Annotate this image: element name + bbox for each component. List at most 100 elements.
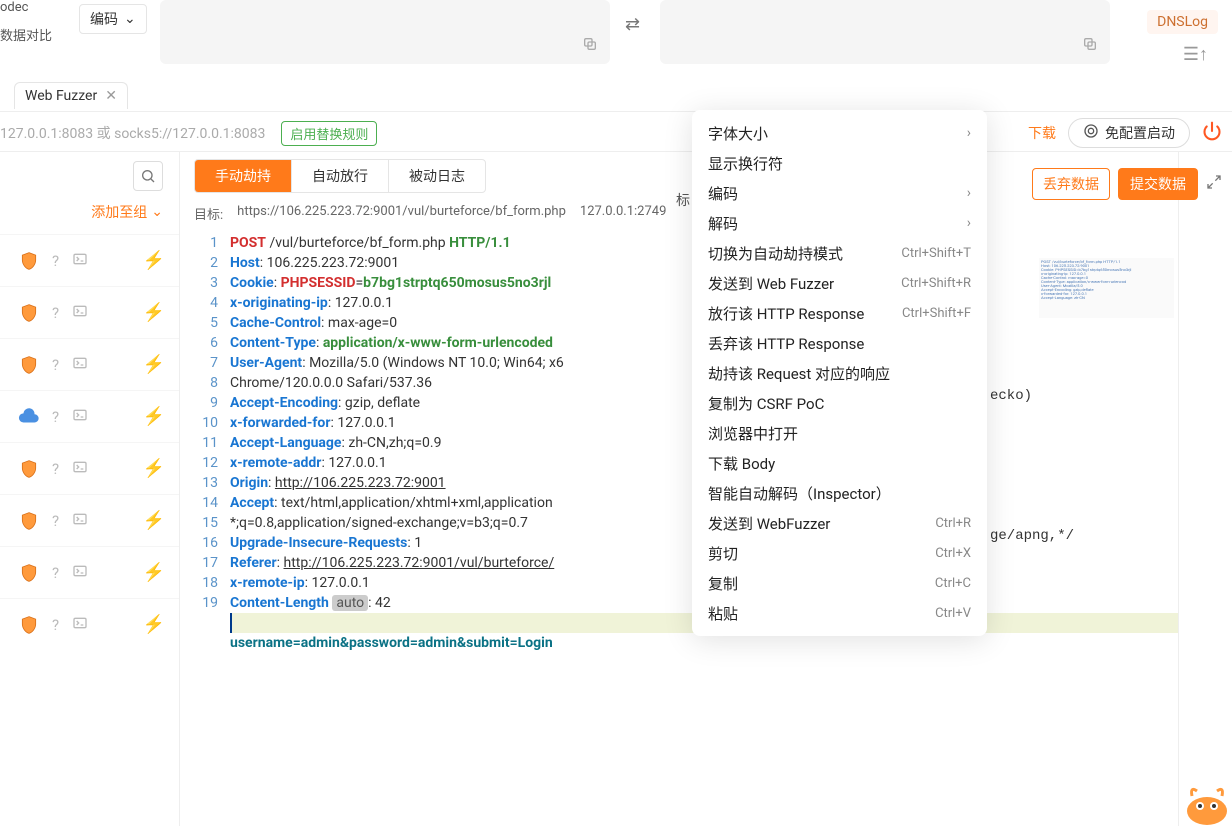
bolt-icon: ⚡ bbox=[143, 510, 165, 531]
context-menu-item[interactable]: 劫持该 Request 对应的响应 bbox=[692, 358, 987, 388]
close-icon[interactable]: ✕ bbox=[105, 88, 117, 104]
copy-icon[interactable] bbox=[582, 36, 598, 56]
context-menu-item[interactable]: 放行该 HTTP ResponseCtrl+Shift+F bbox=[692, 298, 987, 328]
context-menu-item[interactable]: 复制Ctrl+C bbox=[692, 568, 987, 598]
chevron-right-icon: › bbox=[967, 215, 971, 231]
terminal-icon[interactable] bbox=[71, 251, 89, 271]
project-item[interactable]: ?⚡ bbox=[0, 234, 179, 286]
copy-icon[interactable] bbox=[1082, 36, 1098, 56]
code-overflow-text: ecko) bbox=[990, 388, 1032, 404]
context-menu-item[interactable]: 剪切Ctrl+X bbox=[692, 538, 987, 568]
chevron-down-icon: ⌄ bbox=[151, 204, 163, 220]
terminal-icon[interactable] bbox=[71, 303, 89, 323]
top-left-labels: odec 数据对比 bbox=[0, 0, 52, 44]
minimap[interactable]: POST /vul/burteforce/bf_form.php HTTP/1.… bbox=[1039, 258, 1174, 318]
bolt-icon: ⚡ bbox=[143, 250, 165, 271]
terminal-icon[interactable] bbox=[71, 459, 89, 479]
shield-icon bbox=[18, 302, 40, 324]
help-icon[interactable]: ? bbox=[52, 408, 59, 426]
context-menu-item[interactable]: 编码› bbox=[692, 178, 987, 208]
request-panel[interactable] bbox=[160, 0, 610, 64]
chevron-right-icon: › bbox=[967, 185, 971, 201]
submit-button[interactable]: 提交数据 bbox=[1118, 168, 1198, 200]
terminal-icon[interactable] bbox=[71, 407, 89, 427]
tab-web-fuzzer[interactable]: Web Fuzzer ✕ bbox=[14, 82, 128, 109]
cloud-icon bbox=[18, 406, 40, 428]
power-icon[interactable] bbox=[1202, 121, 1222, 146]
expand-icon[interactable] bbox=[1206, 174, 1222, 194]
context-menu-item[interactable]: 粘贴Ctrl+V bbox=[692, 598, 987, 628]
code-overflow-text: ge/apng,*/ bbox=[990, 528, 1074, 544]
chevron-down-icon: ⌄ bbox=[124, 11, 136, 27]
encode-dropdown[interactable]: 编码 ⌄ bbox=[79, 4, 147, 34]
discard-button[interactable]: 丢弃数据 bbox=[1032, 168, 1110, 200]
context-menu-item[interactable]: 发送到 WebFuzzerCtrl+R bbox=[692, 508, 987, 538]
context-menu-item[interactable]: 复制为 CSRF PoC bbox=[692, 388, 987, 418]
project-item[interactable]: ?⚡ bbox=[0, 390, 179, 442]
project-item[interactable]: ?⚡ bbox=[0, 494, 179, 546]
config-button[interactable]: 免配置启动 bbox=[1068, 118, 1190, 148]
tag-label: 标 bbox=[676, 190, 690, 210]
search-button[interactable] bbox=[133, 161, 163, 191]
dnslog-badge[interactable]: DNSLog bbox=[1147, 10, 1218, 34]
context-menu-item[interactable]: 显示换行符 bbox=[692, 148, 987, 178]
tab-manual-hijack[interactable]: 手动劫持 bbox=[195, 160, 292, 192]
sort-icon[interactable]: ☰↑ bbox=[1183, 44, 1208, 65]
shortcut-label: Ctrl+Shift+R bbox=[901, 276, 971, 291]
context-menu-item[interactable]: 智能自动解码（Inspector） bbox=[692, 478, 987, 508]
shield-icon bbox=[18, 458, 40, 480]
chevron-right-icon: › bbox=[967, 125, 971, 141]
help-icon[interactable]: ? bbox=[52, 564, 59, 582]
shield-icon bbox=[18, 562, 40, 584]
shield-icon bbox=[18, 250, 40, 272]
help-icon[interactable]: ? bbox=[52, 252, 59, 270]
tab-auto-pass[interactable]: 自动放行 bbox=[292, 160, 389, 192]
shortcut-label: Ctrl+R bbox=[935, 516, 971, 531]
project-item[interactable]: ?⚡ bbox=[0, 286, 179, 338]
terminal-icon[interactable] bbox=[71, 615, 89, 635]
terminal-icon[interactable] bbox=[71, 563, 89, 583]
download-link[interactable]: 下载 bbox=[1028, 123, 1056, 143]
help-icon[interactable]: ? bbox=[52, 356, 59, 374]
swap-icon[interactable]: ⇄ bbox=[625, 14, 640, 35]
context-menu: 字体大小›显示换行符编码›解码›切换为自动劫持模式Ctrl+Shift+T发送到… bbox=[692, 110, 987, 636]
shortcut-label: Ctrl+C bbox=[935, 576, 971, 591]
bolt-icon: ⚡ bbox=[143, 302, 165, 323]
add-to-group-button[interactable]: 添加至组 ⌄ bbox=[0, 200, 179, 234]
project-item[interactable]: ?⚡ bbox=[0, 598, 179, 650]
terminal-icon[interactable] bbox=[71, 511, 89, 531]
help-icon[interactable]: ? bbox=[52, 304, 59, 322]
project-item[interactable]: ?⚡ bbox=[0, 546, 179, 598]
bolt-icon: ⚡ bbox=[143, 354, 165, 375]
shield-icon bbox=[18, 510, 40, 532]
context-menu-item[interactable]: 浏览器中打开 bbox=[692, 418, 987, 448]
mode-tabs: 手动劫持 自动放行 被动日志 bbox=[194, 159, 486, 193]
line-gutter: 12345678910111213141516171819 bbox=[180, 231, 230, 826]
context-menu-item[interactable]: 下载 Body bbox=[692, 448, 987, 478]
enable-rule-tag[interactable]: 启用替换规则 bbox=[281, 121, 377, 146]
shortcut-label: Ctrl+X bbox=[935, 546, 971, 561]
mascot-icon bbox=[1172, 776, 1232, 826]
tab-passive-log[interactable]: 被动日志 bbox=[389, 160, 485, 192]
shield-icon bbox=[18, 354, 40, 376]
bolt-icon: ⚡ bbox=[143, 406, 165, 427]
shortcut-label: Ctrl+Shift+T bbox=[901, 246, 971, 261]
context-menu-item[interactable]: 切换为自动劫持模式Ctrl+Shift+T bbox=[692, 238, 987, 268]
project-item[interactable]: ?⚡ bbox=[0, 338, 179, 390]
context-menu-item[interactable]: 字体大小› bbox=[692, 118, 987, 148]
context-menu-item[interactable]: 发送到 Web FuzzerCtrl+Shift+R bbox=[692, 268, 987, 298]
bolt-icon: ⚡ bbox=[143, 562, 165, 583]
context-menu-item[interactable]: 解码› bbox=[692, 208, 987, 238]
bolt-icon: ⚡ bbox=[143, 458, 165, 479]
response-panel[interactable] bbox=[660, 0, 1110, 64]
terminal-icon[interactable] bbox=[71, 355, 89, 375]
shortcut-label: Ctrl+Shift+F bbox=[902, 306, 971, 321]
help-icon[interactable]: ? bbox=[52, 616, 59, 634]
context-menu-item[interactable]: 丢弃该 HTTP Response bbox=[692, 328, 987, 358]
project-item[interactable]: ?⚡ bbox=[0, 442, 179, 494]
help-icon[interactable]: ? bbox=[52, 460, 59, 478]
shortcut-label: Ctrl+V bbox=[935, 606, 971, 621]
bolt-icon: ⚡ bbox=[143, 614, 165, 635]
help-icon[interactable]: ? bbox=[52, 512, 59, 530]
shield-icon bbox=[18, 614, 40, 636]
